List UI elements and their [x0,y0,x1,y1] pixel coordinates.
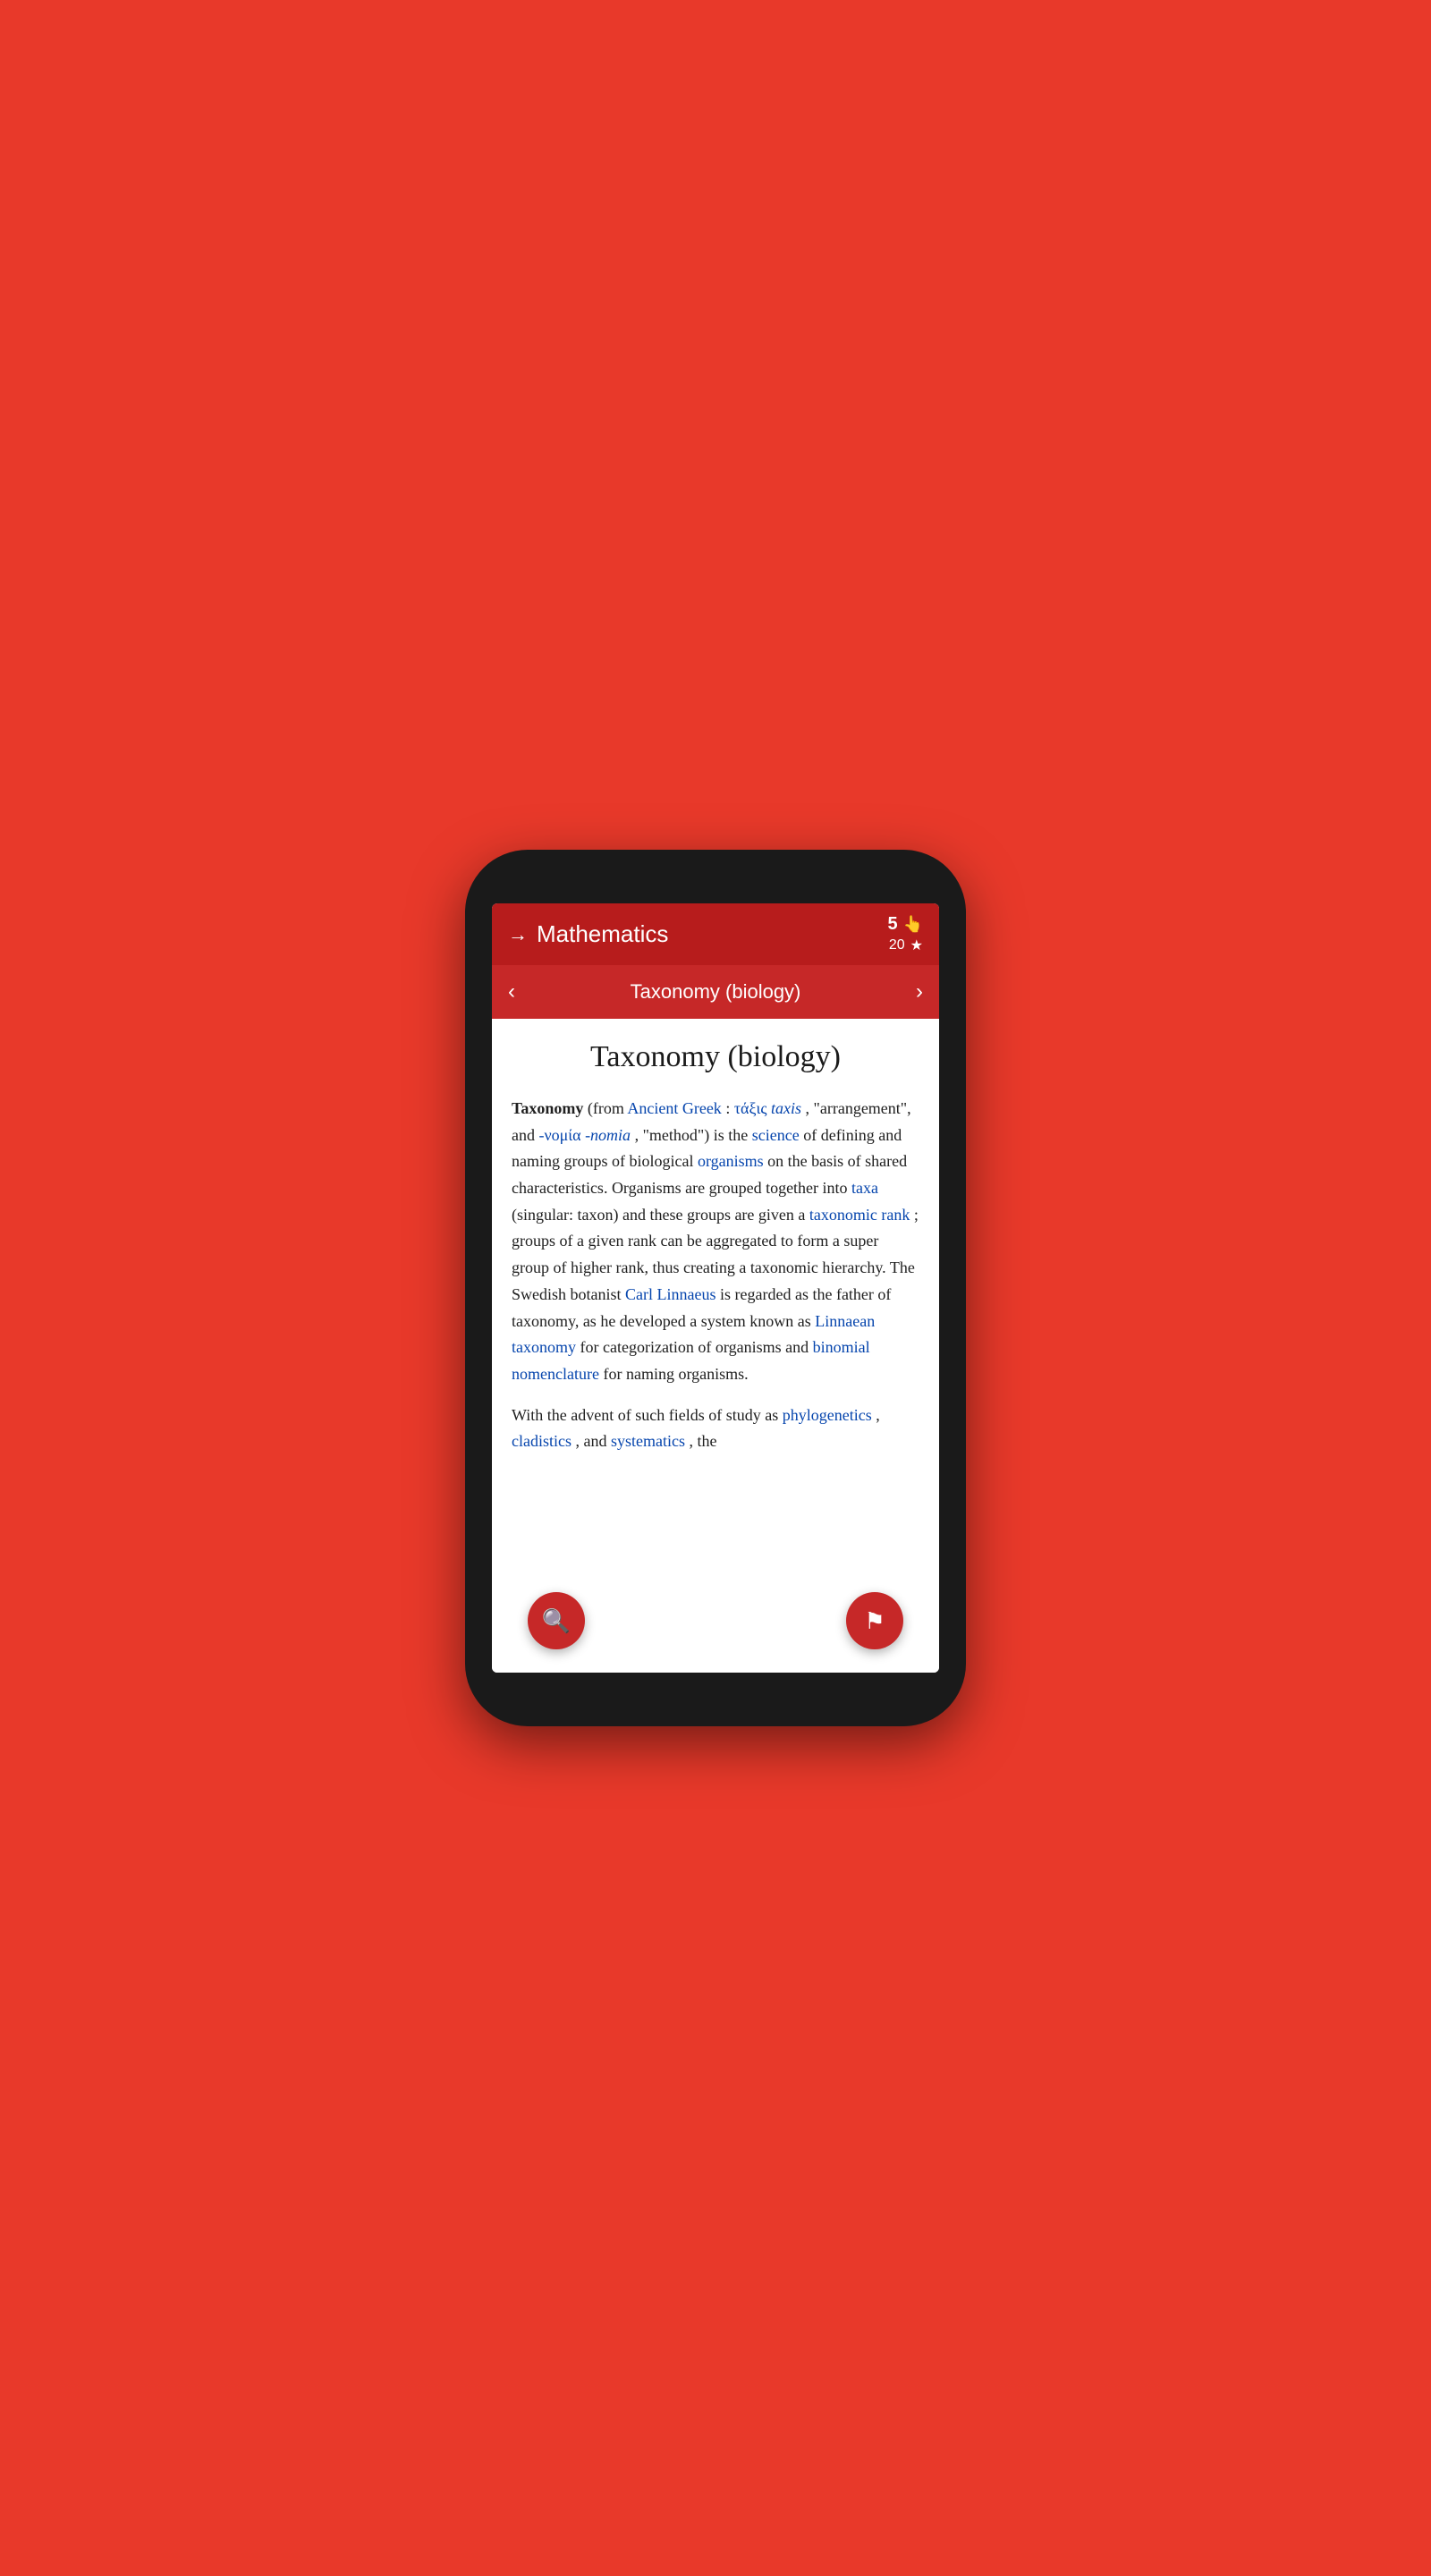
nav-prev-button[interactable]: ‹ [508,979,515,1004]
phone-device: → Mathematics 5 👆 20 ★ ‹ Taxonomy (biolo… [465,850,966,1726]
article-content[interactable]: Taxonomy (biology) Taxonomy (from Ancien… [492,1019,939,1673]
search-icon: 🔍 [542,1607,571,1635]
count-number: 5 [887,914,897,935]
link-taxis-latin[interactable]: taxis [771,1099,801,1117]
link-taxonomic-rank[interactable]: taxonomic rank [809,1206,910,1224]
link-nomia-latin[interactable]: -nomia [585,1126,631,1144]
touch-icon: 👆 [903,915,923,934]
star-icon[interactable]: ★ [910,936,923,954]
top-bar-right: 5 👆 20 ★ [887,914,923,954]
method-text: , "method") is the [635,1126,752,1144]
link-taxa[interactable]: taxa [851,1179,878,1197]
phone-screen: → Mathematics 5 👆 20 ★ ‹ Taxonomy (biolo… [492,903,939,1673]
advent-text: With the advent of such fields of study … [512,1406,783,1424]
flag-fab-button[interactable]: ⚑ [846,1592,903,1649]
search-fab-button[interactable]: 🔍 [528,1592,585,1649]
comma3-span: , and [575,1432,611,1450]
link-carl-linnaeus[interactable]: Carl Linnaeus [625,1285,716,1303]
article-title: Taxonomy (biology) [512,1040,919,1074]
naming-text: for naming organisms. [603,1365,748,1383]
text-from: (from [588,1099,628,1117]
top-bar-left: → Mathematics [508,920,668,948]
link-organisms[interactable]: organisms [698,1152,764,1170]
link-phylogenetics[interactable]: phylogenetics [783,1406,872,1424]
article-body: Taxonomy (from Ancient Greek : τάξις tax… [512,1096,919,1455]
nav-article-title: Taxonomy (biology) [631,980,801,1004]
flag-icon: ⚑ [864,1607,885,1635]
nav-bar: ‹ Taxonomy (biology) › [492,965,939,1019]
link-cladistics[interactable]: cladistics [512,1432,572,1450]
the-text: , the [689,1432,716,1450]
link-ancient-greek[interactable]: Ancient Greek [627,1099,721,1117]
top-bar: → Mathematics 5 👆 20 ★ [492,903,939,965]
link-nomia-greek[interactable]: -νομία [539,1126,581,1144]
colon-span: : [725,1099,734,1117]
top-bar-title: Mathematics [537,920,668,948]
count-row: 5 👆 [887,914,923,935]
sub-row: 20 ★ [889,936,923,954]
link-systematics[interactable]: systematics [611,1432,685,1450]
link-science[interactable]: science [752,1126,800,1144]
bold-taxonomy: Taxonomy [512,1099,583,1117]
link-taxis-greek[interactable]: τάξις [734,1099,767,1117]
comma2-span: , [876,1406,880,1424]
nav-next-button[interactable]: › [916,979,923,1004]
back-arrow-icon[interactable]: → [508,923,528,946]
singular-text: (singular: taxon) and these groups are g… [512,1206,809,1224]
categorization-text: for categorization of organisms and [580,1338,813,1356]
sub-count-number: 20 [889,937,905,953]
